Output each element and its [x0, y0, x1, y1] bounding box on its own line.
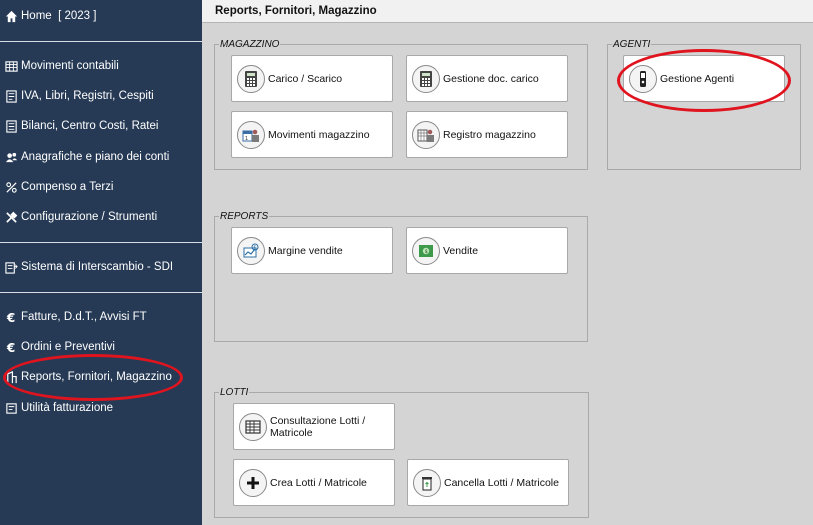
sidebar-item-anagrafiche[interactable]: Anagrafiche e piano dei conti [0, 146, 202, 168]
sidebar-item-iva-libri[interactable]: IVA, Libri, Registri, Cespiti [0, 85, 202, 107]
warehouse-register-icon [412, 120, 440, 149]
sidebar-item-utilita[interactable]: Utilità fatturazione [0, 397, 202, 419]
money-icon: $ [412, 236, 440, 265]
button-label: Margine vendite [268, 244, 343, 257]
button-label: Gestione Agenti [660, 72, 735, 85]
content-header: Reports, Fornitori, Magazzino [202, 0, 813, 23]
sidebar-item-label: Home [ 2023 ] [21, 10, 97, 22]
sidebar-item-label: Configurazione / Strumenti [21, 211, 158, 223]
sidebar-item-label: Utilità fatturazione [21, 402, 114, 414]
svg-text:€: € [254, 244, 257, 249]
sidebar-item-ordini[interactable]: € Ordini e Preventivi [0, 336, 202, 358]
sidebar-divider [0, 292, 202, 293]
balance-sheet-icon [4, 119, 18, 133]
book-icon [4, 89, 18, 103]
tools-icon [4, 210, 18, 224]
sidebar-item-label: Bilanci, Centro Costi, Ratei [21, 120, 159, 132]
warehouse-calendar-icon: 1 [237, 120, 265, 149]
sidebar-divider [0, 41, 202, 42]
group-title-lotti: LOTTI [219, 386, 250, 399]
crea-lotti-button[interactable]: Crea Lotti / Matricole [233, 459, 395, 506]
people-icon [4, 150, 18, 164]
group-title-agenti: AGENTI [612, 38, 652, 51]
button-label: Movimenti magazzino [268, 128, 370, 141]
svg-text:€: € [5, 341, 14, 354]
gestione-agenti-button[interactable]: Gestione Agenti [623, 55, 785, 102]
sidebar-item-movimenti-contabili[interactable]: Movimenti contabili [0, 55, 202, 77]
euro-icon: € [4, 310, 18, 324]
vendite-button[interactable]: $ Vendite [406, 227, 568, 274]
button-label: Vendite [443, 244, 479, 257]
report-icon [4, 370, 18, 384]
button-label: Carico / Scarico [268, 72, 343, 85]
sidebar-item-label: Reports, Fornitori, Magazzino [21, 371, 172, 383]
home-icon [4, 9, 18, 23]
utility-icon [4, 401, 18, 415]
agent-icon [629, 64, 657, 93]
registro-magazzino-button[interactable]: Registro magazzino [406, 111, 568, 158]
button-label: Crea Lotti / Matricole [270, 476, 367, 489]
consultazione-lotti-button[interactable]: Consultazione Lotti / Matricole [233, 403, 395, 450]
chart-icon: € [237, 236, 265, 265]
sidebar-item-home[interactable]: Home [ 2023 ] [0, 5, 202, 27]
table-icon [4, 59, 18, 73]
group-title-magazzino: MAGAZZINO [219, 38, 281, 51]
carico-scarico-button[interactable]: Carico / Scarico [231, 55, 393, 102]
sidebar-item-label: Ordini e Preventivi [21, 341, 115, 353]
sidebar-item-fatture[interactable]: € Fatture, D.d.T., Avvisi FT [0, 306, 202, 328]
gestione-doc-carico-button[interactable]: Gestione doc. carico [406, 55, 568, 102]
sidebar-item-sdi[interactable]: Sistema di Interscambio - SDI [0, 256, 202, 278]
button-label: Consultazione Lotti / Matricole [270, 414, 366, 439]
button-label: Gestione doc. carico [443, 72, 539, 85]
sidebar-item-label: Sistema di Interscambio - SDI [21, 261, 174, 273]
sidebar-item-label: Fatture, D.d.T., Avvisi FT [21, 311, 147, 323]
cancella-lotti-button[interactable]: Cancella Lotti / Matricole [407, 459, 569, 506]
sidebar-item-bilanci[interactable]: Bilanci, Centro Costi, Ratei [0, 115, 202, 137]
sidebar-item-reports[interactable]: Reports, Fornitori, Magazzino [0, 366, 202, 388]
calculator-icon [412, 64, 440, 93]
trash-icon [413, 468, 441, 497]
sidebar-item-label: Compenso a Terzi [21, 181, 114, 193]
sidebar-item-label: Anagrafiche e piano dei conti [21, 151, 170, 163]
button-label: Registro magazzino [443, 128, 536, 141]
svg-text:$: $ [425, 249, 428, 255]
movimenti-magazzino-button[interactable]: 1 Movimenti magazzino [231, 111, 393, 158]
sdi-icon [4, 260, 18, 274]
calculator-icon [237, 64, 265, 93]
euro-icon: € [4, 340, 18, 354]
margine-vendite-button[interactable]: € Margine vendite [231, 227, 393, 274]
sidebar-item-configurazione[interactable]: Configurazione / Strumenti [0, 206, 202, 228]
grid-icon [239, 412, 267, 441]
svg-text:1: 1 [245, 136, 248, 142]
sidebar-item-label: IVA, Libri, Registri, Cespiti [21, 90, 154, 102]
sidebar-item-label: Movimenti contabili [21, 60, 119, 72]
plus-icon [239, 468, 267, 497]
sidebar-item-compenso-terzi[interactable]: Compenso a Terzi [0, 176, 202, 198]
page-title: Reports, Fornitori, Magazzino [215, 5, 377, 17]
svg-text:€: € [5, 311, 14, 324]
button-label: Cancella Lotti / Matricole [444, 476, 559, 489]
group-title-reports: REPORTS [219, 210, 270, 223]
sidebar-divider [0, 242, 202, 243]
percent-icon [4, 180, 18, 194]
sidebar: Home [ 2023 ] Movimenti contabili IVA, L… [0, 0, 202, 525]
